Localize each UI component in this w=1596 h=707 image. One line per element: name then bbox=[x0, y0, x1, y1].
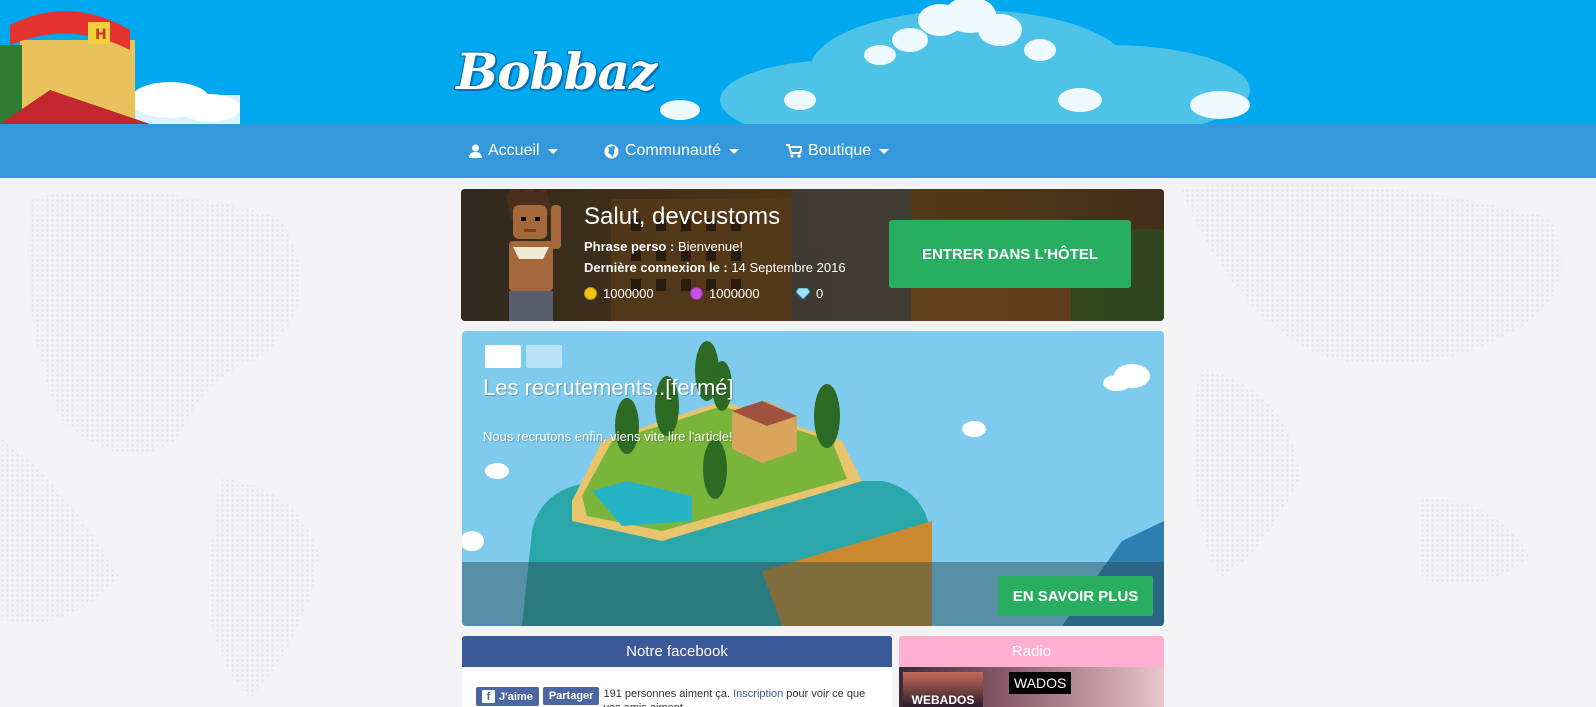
header-banner: H Bobbaz bbox=[0, 0, 1596, 124]
svg-text:H: H bbox=[95, 27, 107, 43]
credits-coin-icon bbox=[584, 287, 597, 300]
user-icon bbox=[469, 144, 482, 158]
news-title[interactable]: Les recrutements..[fermé] bbox=[483, 375, 734, 401]
site-logo[interactable]: Bobbaz bbox=[456, 42, 657, 101]
duckets-stat: 1000000 bbox=[690, 286, 796, 301]
credits-stat: 1000000 bbox=[584, 286, 690, 301]
facebook-icon: f bbox=[482, 690, 495, 703]
motto-line: Phrase perso : Bienvenue! bbox=[584, 239, 743, 254]
chevron-down-icon bbox=[547, 148, 558, 154]
slider-dot-1[interactable] bbox=[485, 345, 521, 368]
facebook-like-box: f J'aime Partager 191 personnes aiment ç… bbox=[476, 687, 873, 707]
last-login-label: Dernière connexion le : bbox=[584, 260, 728, 275]
main-navbar: Accueil Communauté Boutique bbox=[0, 124, 1596, 178]
welcome-greeting: Salut, devcustoms bbox=[584, 203, 781, 230]
facebook-like-button[interactable]: f J'aime bbox=[476, 687, 539, 706]
motto-value: Bienvenue! bbox=[674, 239, 743, 254]
slider-dot-2[interactable] bbox=[526, 345, 562, 368]
nav-item-communaute[interactable]: Communauté bbox=[604, 124, 740, 178]
welcome-card: Salut, devcustoms Phrase perso : Bienven… bbox=[461, 189, 1164, 321]
radio-panel-title: Radio bbox=[899, 636, 1164, 667]
last-login-value: 14 Septembre 2016 bbox=[727, 260, 846, 275]
facebook-signup-link[interactable]: Inscription bbox=[733, 688, 783, 700]
like-count-text: 191 personnes aiment ça. bbox=[603, 688, 731, 700]
facebook-like-text: 191 personnes aiment ça. Inscription pou… bbox=[603, 687, 873, 707]
nav-item-boutique[interactable]: Boutique bbox=[786, 124, 890, 178]
globe-icon bbox=[604, 144, 619, 158]
nav-label-communaute: Communauté bbox=[625, 142, 722, 159]
currency-stats: 1000000 1000000 0 bbox=[584, 286, 856, 301]
enter-hotel-button[interactable]: ENTRER DANS L'HÔTEL bbox=[889, 220, 1131, 288]
radio-logo: WEBADOS bbox=[903, 672, 983, 707]
nav-item-accueil[interactable]: Accueil bbox=[469, 124, 558, 178]
read-more-button[interactable]: EN SAVOIR PLUS bbox=[998, 576, 1153, 616]
nav-label-boutique: Boutique bbox=[808, 142, 872, 159]
clouds-illustration bbox=[660, 0, 1250, 124]
hotel-entrance-illustration: H bbox=[0, 11, 240, 124]
news-summary: Nous recrutons enfin, viens vite lire l'… bbox=[483, 429, 733, 444]
last-login-line: Dernière connexion le : 14 Septembre 201… bbox=[584, 260, 846, 275]
facebook-panel-title: Notre facebook bbox=[462, 636, 892, 667]
diamond-icon bbox=[796, 288, 810, 299]
user-avatar bbox=[506, 189, 561, 321]
chevron-down-icon bbox=[879, 148, 890, 154]
like-label: J'aime bbox=[499, 690, 533, 703]
credits-value: 1000000 bbox=[603, 286, 654, 301]
facebook-share-button[interactable]: Partager bbox=[542, 687, 600, 705]
duckets-value: 1000000 bbox=[709, 286, 760, 301]
diamonds-stat: 0 bbox=[796, 286, 856, 301]
duckets-icon bbox=[690, 287, 703, 300]
cart-icon bbox=[786, 144, 802, 158]
nav-label-accueil: Accueil bbox=[488, 142, 540, 159]
facebook-panel: Notre facebook f J'aime Partager 191 per… bbox=[462, 636, 892, 707]
news-slider: Les recrutements..[fermé] Nous recrutons… bbox=[462, 331, 1164, 626]
radio-station-name: WADOS bbox=[1009, 672, 1072, 694]
chevron-down-icon bbox=[729, 148, 740, 154]
radio-panel: Radio WEBADOS WADOS bbox=[899, 636, 1164, 707]
motto-label: Phrase perso : bbox=[584, 239, 675, 254]
diamonds-value: 0 bbox=[816, 286, 824, 301]
